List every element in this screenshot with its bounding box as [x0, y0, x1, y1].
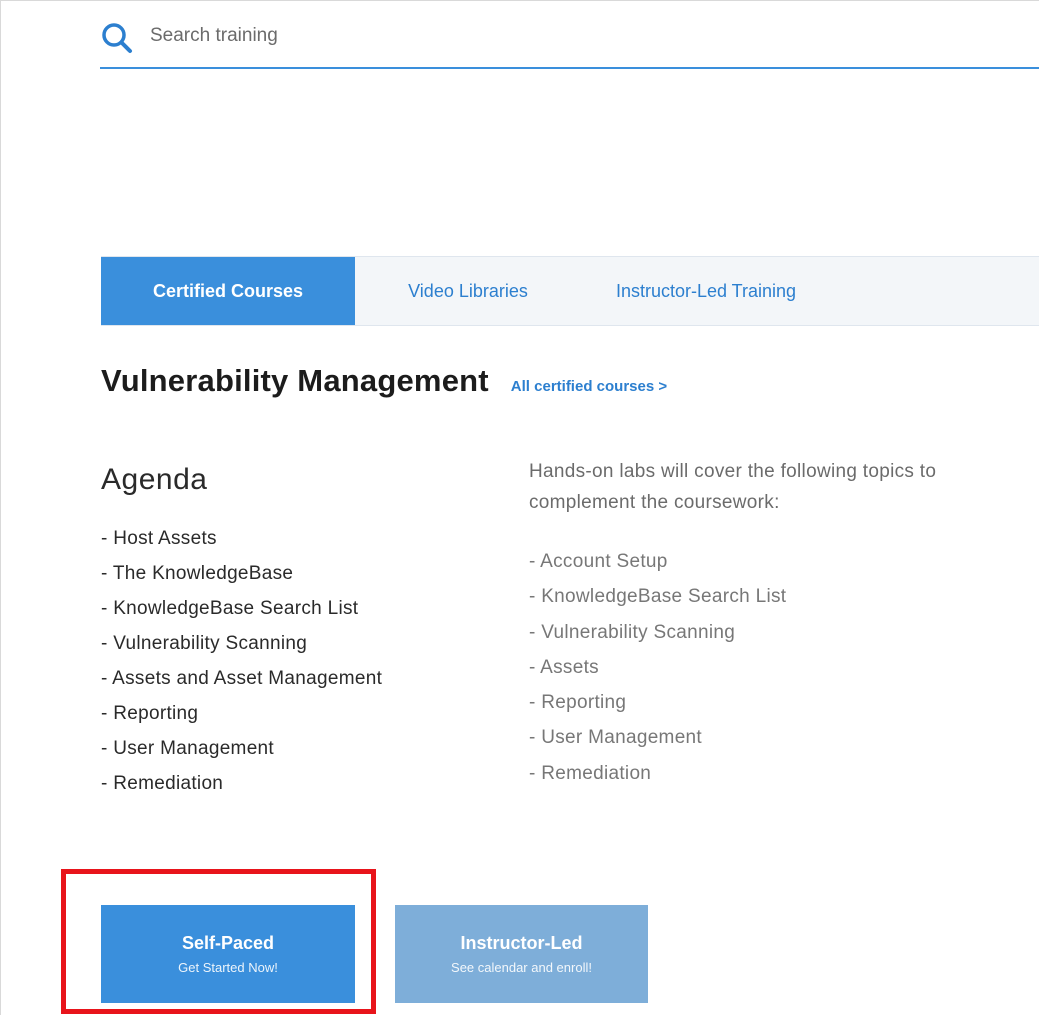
instructor-led-button[interactable]: Instructor-Led See calendar and enroll!: [395, 905, 648, 1003]
labs-item: - Assets: [529, 656, 599, 678]
page: Certified Courses Video Libraries Instru…: [0, 0, 1039, 1015]
all-certified-courses-link[interactable]: All certified courses >: [511, 378, 667, 395]
tab-video-libraries[interactable]: Video Libraries: [355, 257, 581, 325]
agenda-item: - Vulnerability Scanning: [101, 633, 308, 654]
course-tabs: Certified Courses Video Libraries Instru…: [101, 256, 1039, 326]
agenda-item: - Remediation: [101, 773, 224, 794]
self-paced-subtitle: Get Started Now!: [178, 960, 278, 975]
agenda-item: - User Management: [101, 738, 275, 759]
labs-item: - User Management: [529, 727, 703, 749]
agenda-section: Agenda - Host Assets - The KnowledgeBase…: [101, 463, 501, 801]
tab-certified-courses[interactable]: Certified Courses: [101, 257, 355, 325]
search-icon[interactable]: [100, 21, 134, 55]
page-title: Vulnerability Management: [101, 363, 489, 398]
agenda-item: - Reporting: [101, 703, 199, 724]
instructor-led-title: Instructor-Led: [460, 933, 583, 953]
agenda-item: - Host Assets: [101, 528, 217, 549]
labs-intro: Hands-on labs will cover the following t…: [529, 461, 937, 513]
instructor-led-subtitle: See calendar and enroll!: [451, 960, 592, 975]
search-bar: [100, 17, 1039, 69]
search-input[interactable]: [150, 23, 970, 49]
labs-item: - Account Setup: [529, 551, 668, 572]
labs-item: - Remediation: [529, 762, 652, 784]
agenda-list: - Host Assets - The KnowledgeBase - Know…: [101, 521, 501, 801]
labs-item: - Reporting: [529, 692, 627, 714]
agenda-item: - KnowledgeBase Search List: [101, 598, 359, 619]
self-paced-title: Self-Paced: [181, 933, 275, 953]
agenda-item: - Assets and Asset Management: [101, 668, 383, 689]
tab-instructor-led-training[interactable]: Instructor-Led Training: [581, 257, 831, 325]
self-paced-button[interactable]: Self-Paced Get Started Now!: [101, 905, 355, 1003]
heading-row: Vulnerability Management All certified c…: [101, 363, 667, 399]
labs-item: - KnowledgeBase Search List: [529, 586, 787, 608]
labs-item: - Vulnerability Scanning: [529, 621, 736, 643]
agenda-item: - The KnowledgeBase: [101, 563, 294, 584]
labs-list: - Account Setup - KnowledgeBase Search L…: [529, 544, 1039, 791]
agenda-title: Agenda: [101, 463, 208, 496]
labs-section: Hands-on labs will cover the following t…: [529, 456, 1039, 791]
